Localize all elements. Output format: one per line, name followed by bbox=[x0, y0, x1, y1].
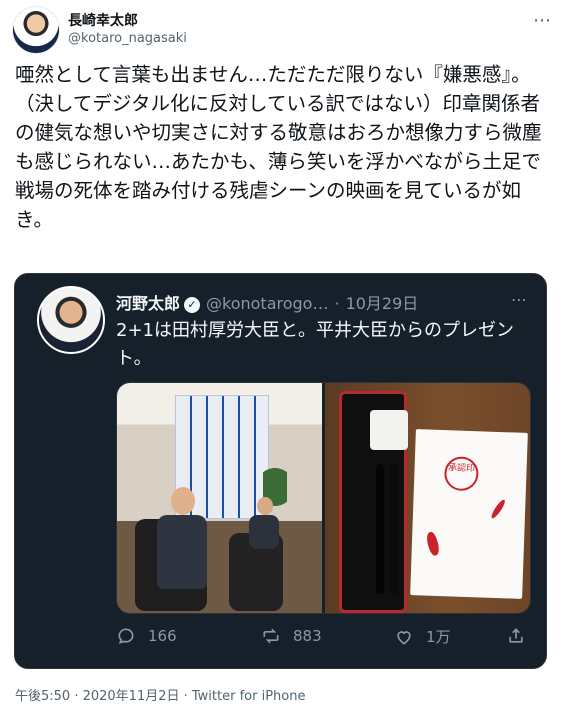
seal-rod bbox=[390, 464, 398, 594]
retweet-icon bbox=[263, 628, 279, 644]
seal-top bbox=[370, 410, 408, 450]
quoted-tweet[interactable]: 河野太郎 ✓ @konotarogo… · 10月29日 ⋯ 2+1は田村厚労大臣と。平… bbox=[14, 273, 547, 669]
more-icon[interactable]: ⋯ bbox=[533, 10, 552, 31]
quoted-text: 2+1は田村厚労大臣と。平井大臣からのプレゼント。 bbox=[116, 320, 514, 369]
reply-count: 166 bbox=[148, 627, 177, 645]
quoted-header: 河野太郎 ✓ @konotarogo… · 10月29日 bbox=[116, 290, 418, 314]
like-count: 1万 bbox=[426, 628, 451, 646]
ink-mark bbox=[489, 498, 507, 520]
author-name[interactable]: 長崎幸太郎 bbox=[68, 12, 187, 30]
quoted-actions: 166 883 1万 bbox=[116, 626, 526, 650]
quoted-more-icon[interactable]: ⋯ bbox=[511, 290, 528, 309]
paper-sheet: 承認印 bbox=[410, 429, 528, 599]
person-head bbox=[257, 497, 273, 515]
meeting-photo[interactable] bbox=[117, 383, 322, 613]
stamp-photo[interactable]: 承認印 bbox=[325, 383, 530, 613]
retweet-count: 883 bbox=[293, 627, 322, 645]
person-body bbox=[157, 515, 207, 589]
tweet-text: 唖然として言葉も出ません…ただただ限りない『嫌悪感』。 （決してデジタル化に反対… bbox=[15, 63, 542, 231]
seal-case bbox=[339, 391, 408, 613]
author-info: 長崎幸太郎 @kotaro_nagasaki bbox=[68, 12, 187, 48]
reply-button[interactable]: 166 bbox=[116, 626, 177, 646]
author-avatar[interactable] bbox=[12, 6, 60, 54]
seal-rod bbox=[376, 464, 384, 594]
quoted-date[interactable]: 10月29日 bbox=[346, 294, 419, 313]
heart-icon bbox=[397, 630, 411, 645]
reply-icon bbox=[118, 628, 134, 645]
quoted-author-avatar[interactable] bbox=[37, 286, 105, 354]
like-button[interactable]: 1万 bbox=[394, 626, 451, 647]
share-button[interactable] bbox=[506, 626, 538, 646]
quoted-author-name[interactable]: 河野太郎 bbox=[116, 294, 180, 313]
tweet-header: 長崎幸太郎 @kotaro_nagasaki ⋯ bbox=[12, 6, 552, 56]
quoted-author-handle[interactable]: @konotarogo… bbox=[206, 294, 328, 313]
person-head bbox=[171, 487, 195, 515]
person-body bbox=[249, 515, 279, 549]
quoted-media[interactable]: 承認印 bbox=[116, 382, 531, 614]
seal-impression: 承認印 bbox=[443, 456, 479, 492]
share-icon bbox=[509, 628, 523, 643]
verified-icon: ✓ bbox=[184, 297, 201, 313]
retweet-button[interactable]: 883 bbox=[261, 626, 322, 646]
tweet-meta[interactable]: 午後5:50 · 2020年11月2日 · Twitter for iPhone bbox=[15, 685, 305, 704]
author-handle[interactable]: @kotaro_nagasaki bbox=[68, 30, 187, 48]
ink-mark bbox=[424, 530, 442, 557]
date-separator: · bbox=[334, 294, 340, 313]
